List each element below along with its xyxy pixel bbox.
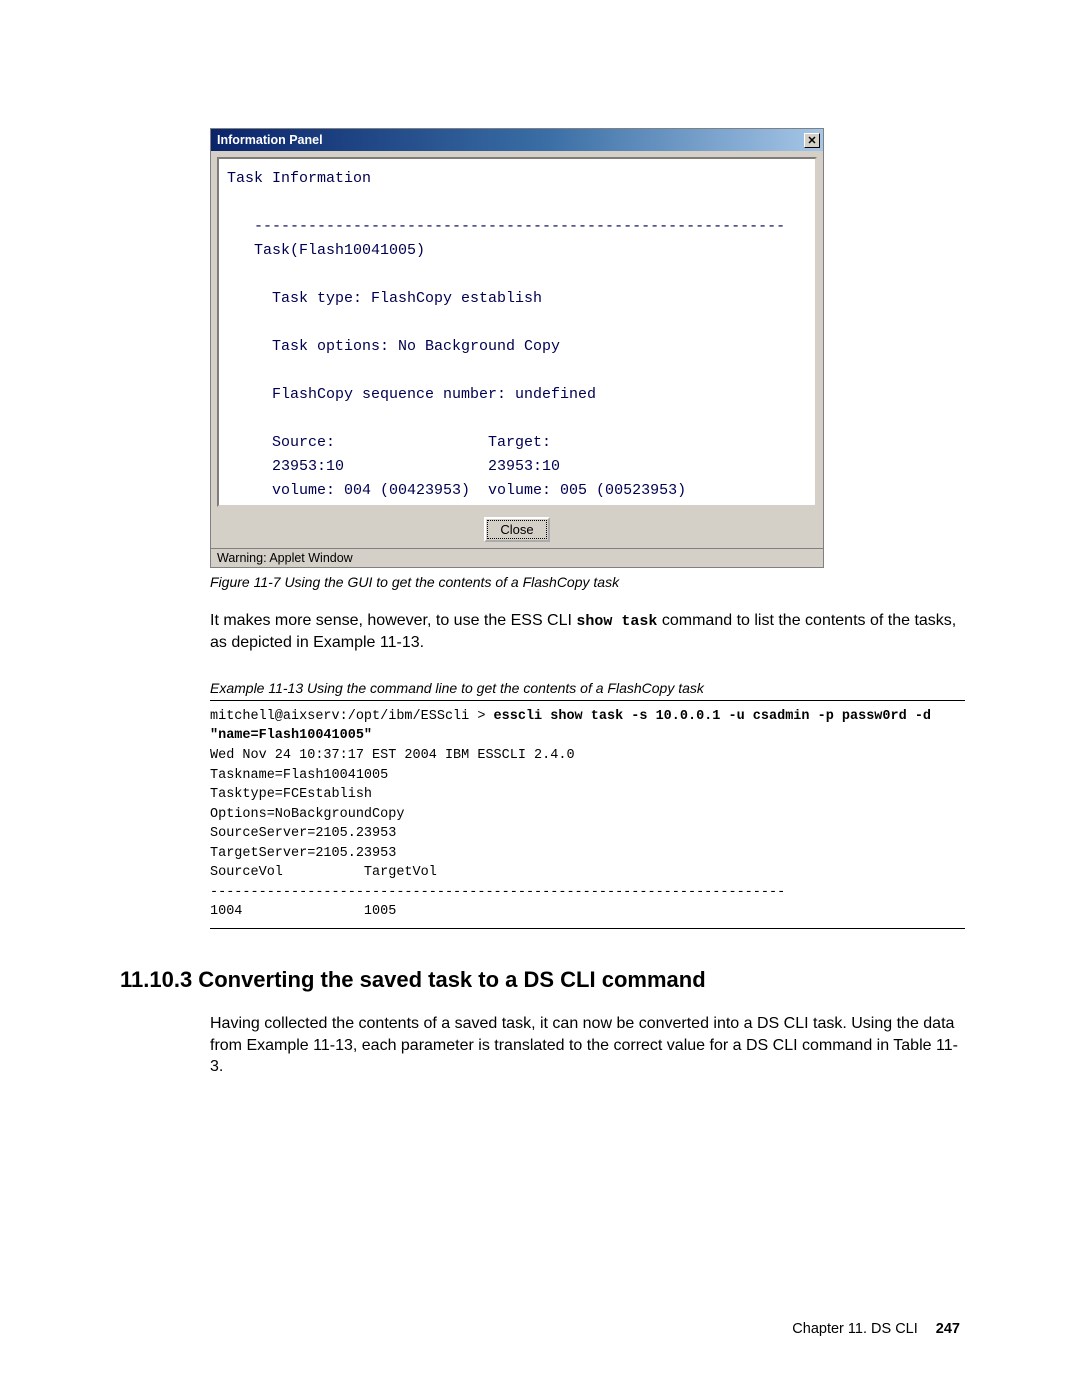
page-footer: Chapter 11. DS CLI 247: [792, 1321, 960, 1337]
cli-prompt: mitchell@aixserv:/opt/ibm/ESScli >: [210, 709, 494, 724]
window-title: Information Panel: [217, 133, 323, 147]
cli-output: Wed Nov 24 10:37:17 EST 2004 IBM ESSCLI …: [210, 748, 785, 920]
task-information-text: Task Information -----------------------…: [227, 167, 807, 503]
close-icon[interactable]: ✕: [804, 133, 820, 148]
figure-caption: Figure 11-7 Using the GUI to get the con…: [210, 574, 960, 590]
example-caption: Example 11-13 Using the command line to …: [210, 680, 965, 701]
section-heading: 11.10.3 Converting the saved task to a D…: [120, 967, 960, 993]
inline-command: show task: [576, 613, 657, 630]
information-panel-window: Information Panel ✕ Task Information ---…: [210, 128, 824, 568]
example-code-block: mitchell@aixserv:/opt/ibm/ESScli > esscl…: [210, 701, 965, 929]
titlebar: Information Panel ✕: [211, 129, 823, 151]
footer-chapter: Chapter 11. DS CLI: [792, 1321, 917, 1337]
close-button[interactable]: Close: [484, 517, 549, 542]
statusbar: Warning: Applet Window: [211, 548, 823, 567]
para-text: It makes more sense, however, to use the…: [210, 612, 576, 629]
body-paragraph-2: Having collected the contents of a saved…: [210, 1013, 965, 1078]
page-number: 247: [936, 1321, 960, 1337]
button-row: Close: [211, 513, 823, 548]
task-information-textarea: Task Information -----------------------…: [217, 157, 817, 507]
body-paragraph-1: It makes more sense, however, to use the…: [210, 610, 965, 654]
